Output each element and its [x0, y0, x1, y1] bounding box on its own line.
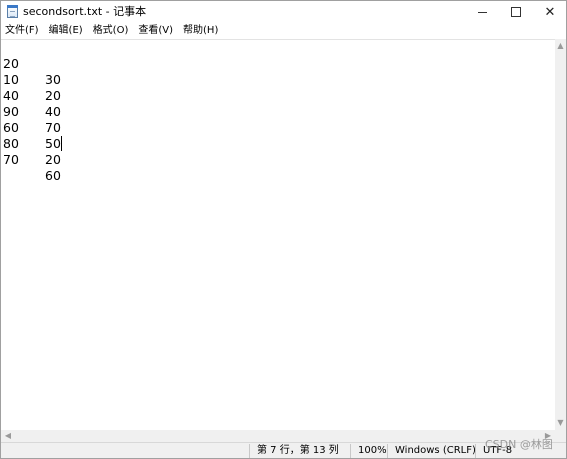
scrollbar-corner [555, 430, 566, 442]
text-line: 40 40 [3, 72, 61, 119]
line-col-2: 20 [45, 88, 61, 103]
line-col-1: 70 [3, 152, 19, 167]
cursor-position: 第 7 行，第 13 列 [257, 445, 339, 456]
minimize-icon [477, 11, 487, 13]
menu-help[interactable]: 帮助(H) [182, 24, 219, 38]
status-separator [249, 444, 250, 458]
maximize-button[interactable] [499, 1, 533, 23]
text-line: 90 70 [3, 88, 61, 135]
close-icon: ✕ [544, 4, 556, 20]
text-line: 60 50 [3, 104, 61, 151]
text-line: 10 20 [3, 56, 61, 103]
text-line: 70 60 [3, 136, 61, 183]
line-col-2: 50 [45, 136, 61, 151]
scroll-left-icon[interactable]: ◀ [4, 432, 12, 440]
line-ending: Windows (CRLF) [395, 445, 476, 456]
scroll-up-icon[interactable]: ▲ [556, 42, 565, 50]
status-separator [475, 444, 476, 458]
minimize-button[interactable] [465, 1, 499, 23]
maximize-icon [511, 7, 521, 17]
watermark: CSDN @林图 [485, 438, 553, 451]
menu-format[interactable]: 格式(O) [92, 24, 130, 38]
line-col-2: 40 [45, 104, 61, 119]
zoom-level: 100% [358, 445, 387, 456]
window-title: secondsort.txt - 记事本 [23, 5, 147, 18]
line-col-2: 30 [45, 72, 61, 87]
close-button[interactable]: ✕ [533, 1, 566, 23]
text-caret [61, 136, 62, 151]
text-line: 20 30 [3, 40, 61, 87]
text-line: 80 20 [3, 120, 61, 167]
notepad-app-icon [7, 5, 18, 18]
line-col-2: 20 [45, 152, 61, 167]
line-col-2: 60 [45, 168, 61, 183]
line-col-2: 70 [45, 120, 61, 135]
notepad-window: secondsort.txt - 记事本 ✕ 文件(F) 编辑(E) 格式(O)… [0, 0, 567, 459]
menu-file[interactable]: 文件(F) [4, 24, 40, 38]
text-editor[interactable]: 20 30 10 20 40 40 90 70 60 50 80 20 70 6… [1, 39, 555, 430]
status-separator [350, 444, 351, 458]
horizontal-scrollbar[interactable]: ◀ ▶ [1, 430, 555, 442]
scroll-down-icon[interactable]: ▼ [556, 419, 565, 427]
menu-edit[interactable]: 编辑(E) [48, 24, 84, 38]
status-separator [387, 444, 388, 458]
menu-bar: 文件(F) 编辑(E) 格式(O) 查看(V) 帮助(H) [1, 23, 566, 39]
title-bar[interactable]: secondsort.txt - 记事本 ✕ [1, 1, 566, 23]
vertical-scrollbar[interactable]: ▲ ▼ [555, 39, 566, 430]
menu-view[interactable]: 查看(V) [137, 24, 174, 38]
status-bar: 第 7 行，第 13 列 100% Windows (CRLF) UTF-8 [1, 442, 566, 458]
